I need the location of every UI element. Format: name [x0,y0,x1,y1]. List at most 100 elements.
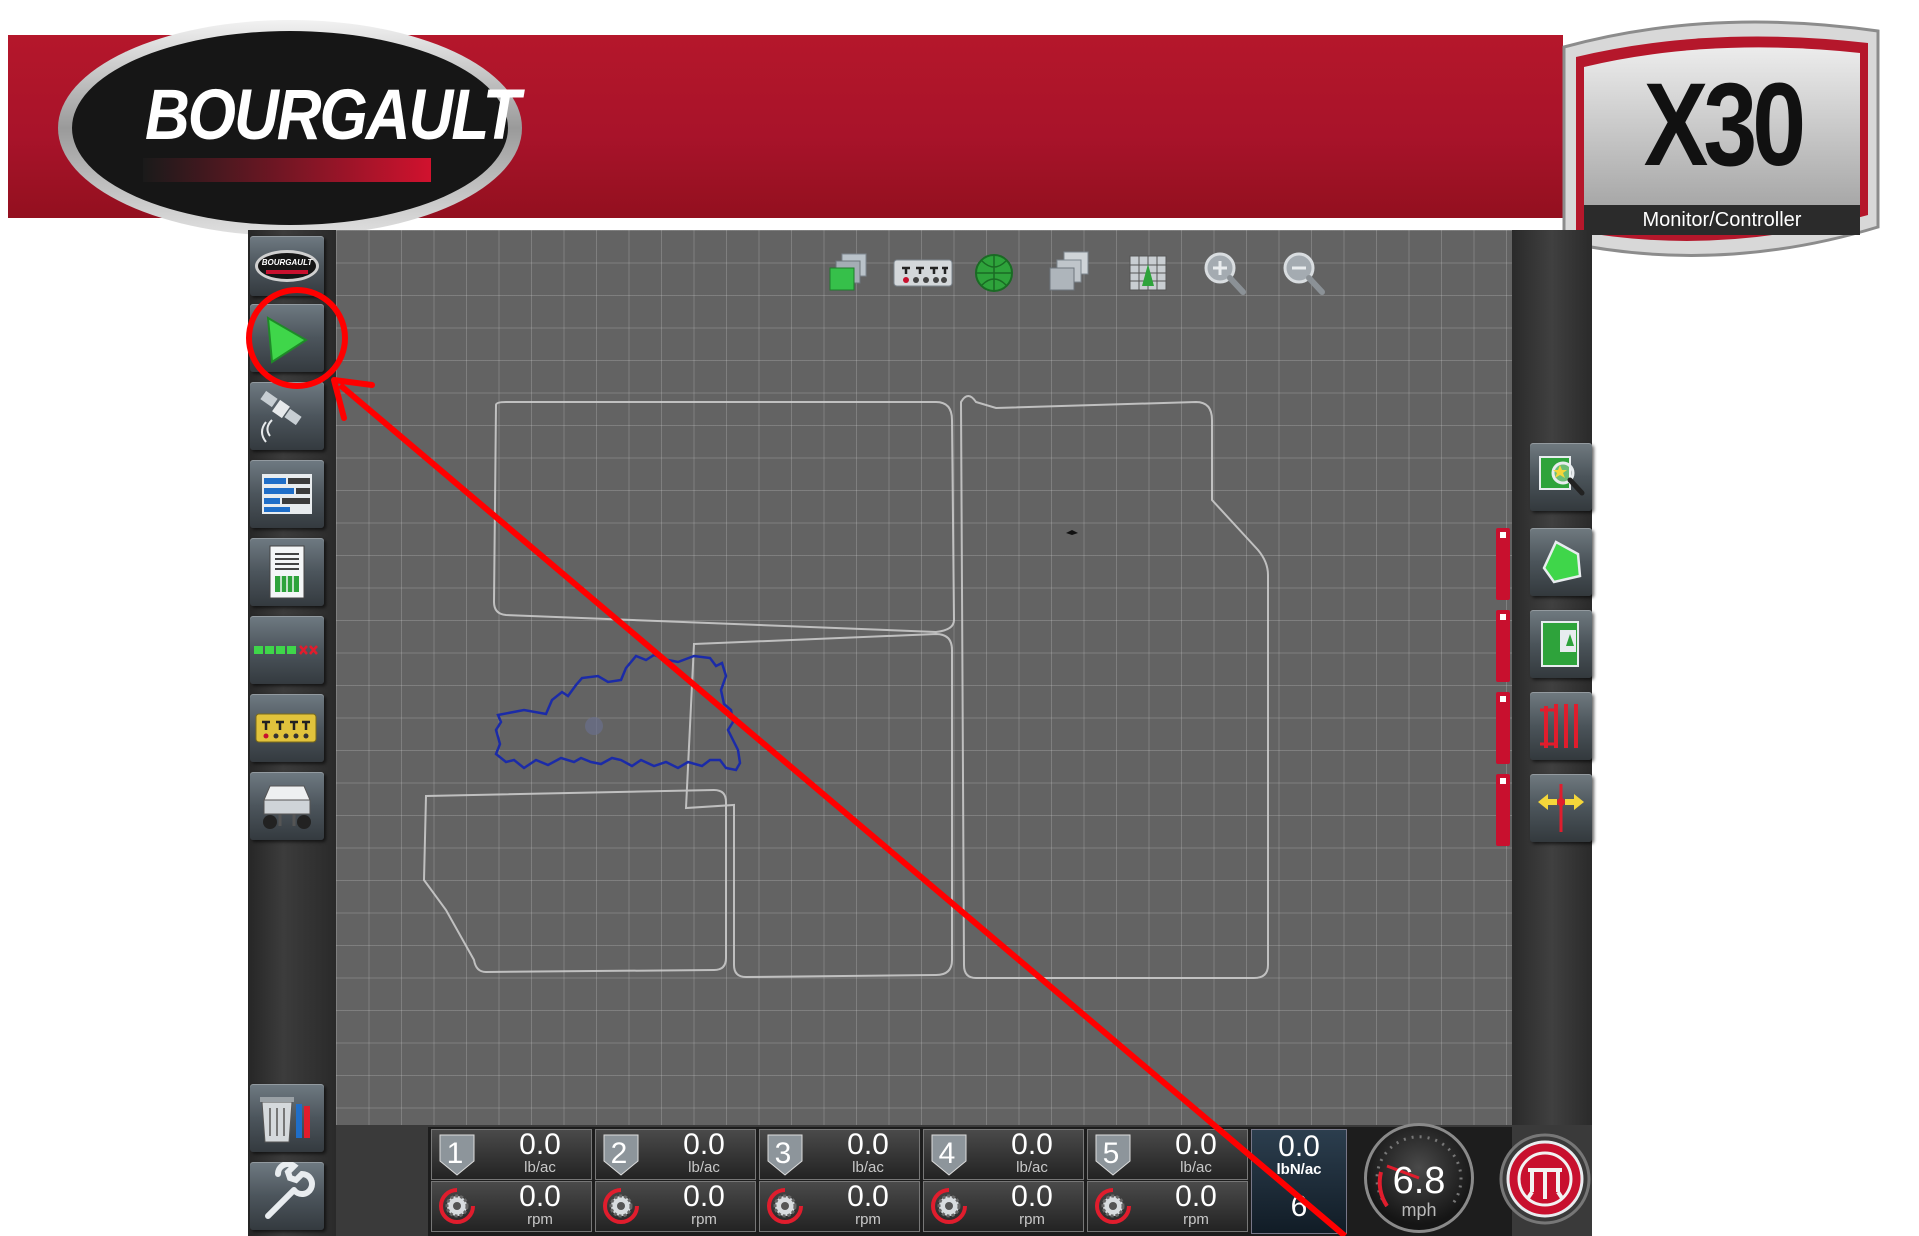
implement-icon [893,259,953,287]
headland-icon [1541,621,1579,667]
job-data-button[interactable] [250,1084,324,1152]
meter-gear-icon [439,1188,475,1224]
product-rpm-box: 0.0 rpm [923,1180,1084,1232]
layers-button[interactable] [826,248,878,298]
product-5[interactable]: 5 0.0 lb/ac 0.0 rpm [1087,1127,1248,1234]
layers-icon [829,253,867,291]
bourgault-logo-button[interactable]: BOURGAULT [250,236,324,296]
total-rate-box[interactable]: 0.0 lbN/ac 6 [1251,1129,1347,1234]
stack-icon [1049,251,1089,291]
meter-gear-icon [1095,1188,1131,1224]
product-number: 1 [446,1137,464,1170]
monitor-screen: BOURGAULT 1 0.0 lb/ac 0.0 rpm 2 0.0 lb/a… [248,230,1592,1236]
brand-logo-text: BOURGAULT [145,75,520,156]
tank-cart-button[interactable] [250,772,324,840]
meter-gear-icon [603,1188,639,1224]
nudge-button[interactable] [1530,774,1592,842]
total-rate-unit: lbN/ac [1276,1161,1322,1178]
product-rpm-value: 0.0 [1011,1180,1053,1213]
globe-button[interactable] [968,248,1020,298]
guidance-button[interactable] [250,304,324,372]
field-explorer-button[interactable] [1530,443,1592,511]
product-rpm-box: 0.0 rpm [431,1180,592,1232]
wrench-icon [265,1162,315,1219]
product-rpm-unit: rpm [1183,1211,1209,1228]
product-rpm-value: 0.0 [683,1180,725,1213]
field-magnifier-icon [1539,456,1585,496]
settings-button[interactable] [250,1162,324,1230]
product-number: 5 [1102,1137,1120,1170]
field-view-button[interactable] [1122,248,1174,298]
boundary-button[interactable] [1530,528,1592,596]
product-4[interactable]: 4 0.0 lb/ac 0.0 rpm [923,1127,1084,1234]
speed-value: 6.8 [1392,1160,1446,1202]
field-map[interactable] [336,230,1512,1125]
product-rate-value: 0.0 [1175,1128,1217,1161]
implement-view-button[interactable] [892,248,956,298]
product-rpm-box: 0.0 rpm [595,1180,756,1232]
guidance-lines-button[interactable] [1530,692,1592,760]
gps-satellite-button[interactable] [250,382,324,450]
zoom-in-button[interactable] [1199,248,1251,298]
product-rpm-box: 0.0 rpm [759,1180,920,1232]
zoom-out-icon [1283,252,1325,295]
total-rate-value: 0.0 [1278,1130,1320,1163]
product-rpm-value: 0.0 [1175,1180,1217,1213]
bars-icon [262,474,312,514]
product-rate-unit: lb/ac [688,1159,720,1176]
product-2[interactable]: 2 0.0 lb/ac 0.0 rpm [595,1127,756,1234]
vehicle-position-marker [585,717,603,735]
product-status-bar: 1 0.0 lb/ac 0.0 rpm 2 0.0 lb/ac 0.0 rpm … [428,1127,1512,1236]
field-boundary-2 [959,395,1269,979]
headland-button[interactable] [1530,610,1592,678]
red-lines-icon [1540,704,1578,748]
product-number: 4 [938,1137,956,1170]
product-number: 2 [610,1137,628,1170]
product-number-badge: 5 [1094,1133,1134,1177]
product-rpm-box: 0.0 rpm [1087,1180,1248,1232]
section-boxes-icon [254,645,318,655]
field-boundaries [422,395,1269,979]
section-control-button[interactable] [250,616,324,684]
guidance-lines-tab [1496,692,1510,764]
product-rate-unit: lb/ac [852,1159,884,1176]
product-rate-box: 1 0.0 lb/ac [431,1128,592,1180]
product-rate-box: 5 0.0 lb/ac [1087,1128,1248,1180]
product-rpm-unit: rpm [527,1211,553,1228]
meter-gear-icon [767,1188,803,1224]
product-rate-unit: lb/ac [1016,1159,1048,1176]
product-rate-value: 0.0 [519,1128,561,1161]
boundary-tab [1496,528,1510,600]
speedometer: 6.8 mph [1364,1123,1474,1233]
air-cart-icon [263,785,311,829]
product-rate-box: 4 0.0 lb/ac [923,1128,1084,1180]
model-subtitle: Monitor/Controller [1642,209,1802,231]
product-rate-unit: lb/ac [1180,1159,1212,1176]
master-switch-button[interactable] [1498,1130,1592,1228]
globe-icon [975,254,1013,292]
product-metering-button[interactable] [250,694,324,762]
zoom-out-button[interactable] [1278,248,1330,298]
sidebar-logo-text: BOURGAULT [261,258,313,267]
product-rate-box: 3 0.0 lb/ac [759,1128,920,1180]
green-arrow-icon [266,316,308,364]
product-rate-box: 2 0.0 lb/ac [595,1128,756,1180]
product-rate-value: 0.0 [847,1128,889,1161]
product-rpm-unit: rpm [691,1211,717,1228]
section-status-button[interactable] [250,460,324,528]
map-stack-button[interactable] [1044,248,1096,298]
field-boundary-1 [492,401,956,634]
product-rpm-unit: rpm [855,1211,881,1228]
product-3[interactable]: 3 0.0 lb/ac 0.0 rpm [759,1127,920,1234]
green-boundary-icon [1542,540,1582,584]
product-number-badge: 1 [438,1133,478,1177]
meter-rack-icon [255,713,317,743]
reports-button[interactable] [250,538,324,606]
trash-pencil-icon [260,1097,310,1143]
product-1[interactable]: 1 0.0 lb/ac 0.0 rpm [431,1127,592,1234]
nudge-tab [1496,774,1510,846]
model-logo-text: X30 [1643,59,1806,191]
product-number-badge: 2 [602,1133,642,1177]
field-grid-icon [1129,255,1167,291]
satellite-icon [260,390,302,443]
